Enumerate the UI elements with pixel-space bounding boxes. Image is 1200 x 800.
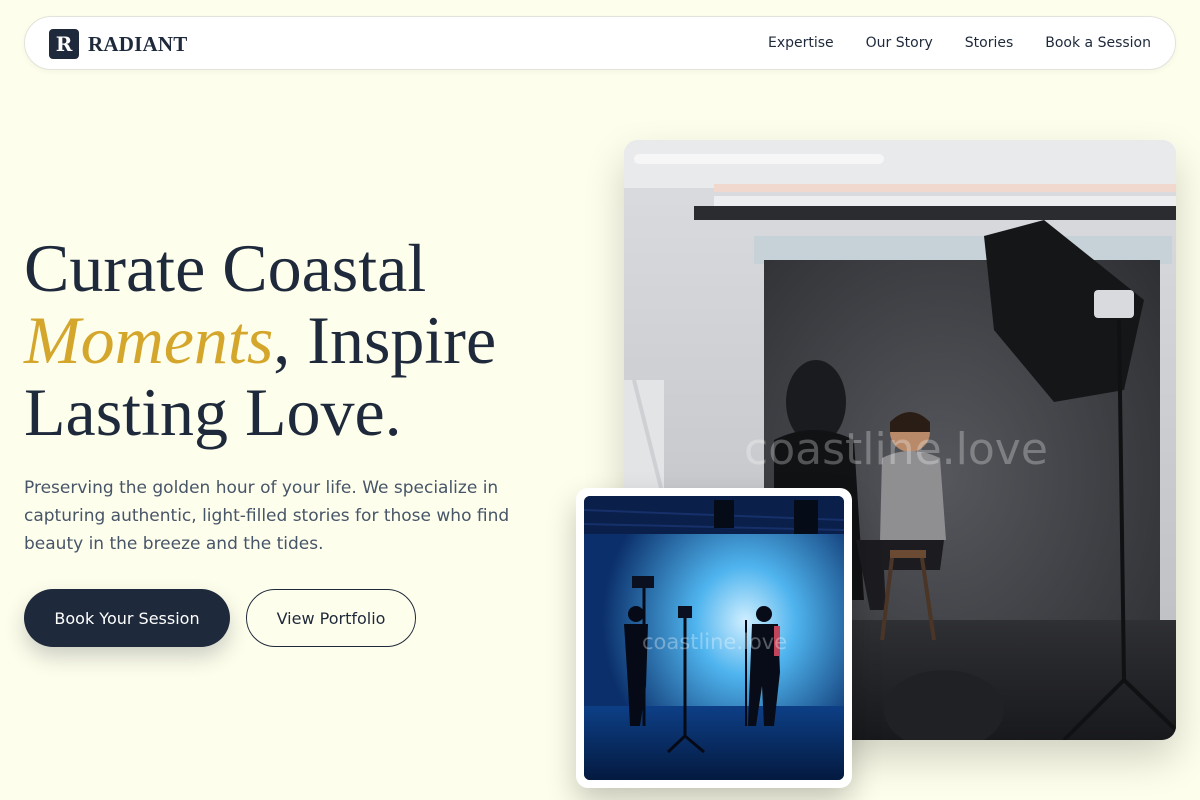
- view-portfolio-button[interactable]: View Portfolio: [246, 589, 416, 647]
- nav-link-book-session[interactable]: Book a Session: [1045, 35, 1151, 51]
- book-your-session-button[interactable]: Book Your Session: [24, 589, 230, 647]
- brand-logo[interactable]: R RADIANT: [49, 29, 187, 59]
- hero-title-line2: , Inspire: [273, 302, 497, 378]
- secondary-photo-stage: coastline.love: [584, 496, 844, 780]
- hero-title-line1: Curate Coastal: [24, 230, 427, 306]
- top-nav: R RADIANT Expertise Our Story Stories Bo…: [24, 16, 1176, 70]
- brand-name: RADIANT: [88, 31, 188, 56]
- stage-photo-illustration: [584, 496, 844, 780]
- hero-title: Curate Coastal Moments, Inspire Lasting …: [24, 232, 584, 448]
- nav-link-our-story[interactable]: Our Story: [866, 35, 933, 51]
- hero-subtitle: Preserving the golden hour of your life.…: [24, 478, 510, 554]
- secondary-photo-card: coastline.love: [576, 488, 852, 788]
- hero-title-line3: Lasting Love.: [24, 374, 402, 450]
- hero-title-accent: Moments: [24, 302, 274, 378]
- nav-link-stories[interactable]: Stories: [965, 35, 1014, 51]
- logo-mark-icon: R: [49, 29, 79, 59]
- nav-link-expertise[interactable]: Expertise: [768, 35, 834, 51]
- nav-links: Expertise Our Story Stories Book a Sessi…: [768, 17, 1151, 69]
